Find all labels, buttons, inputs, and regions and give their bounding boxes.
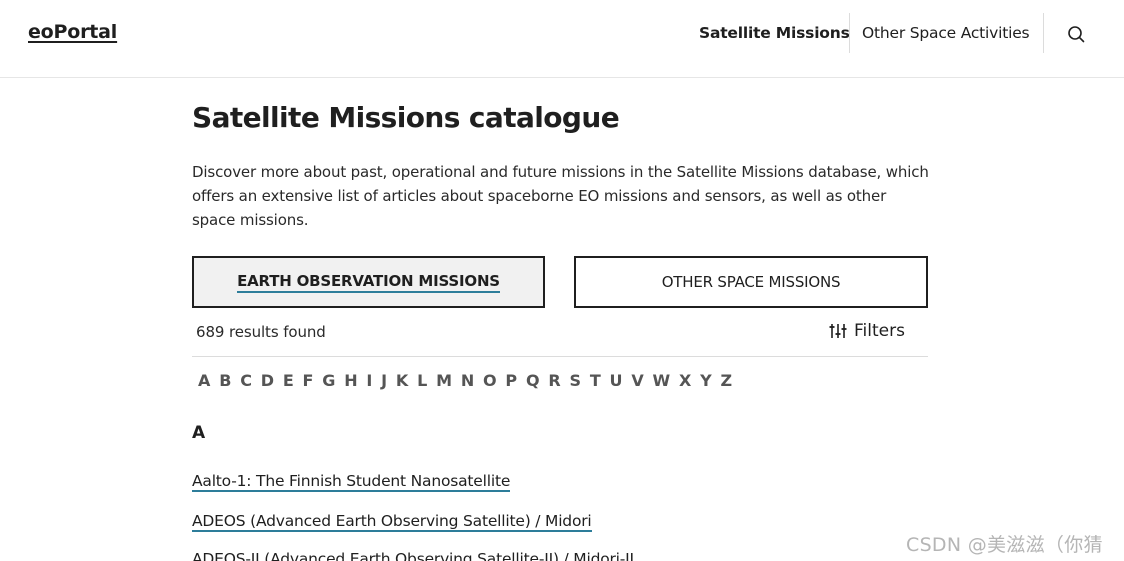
tab-earth-observation-missions[interactable]: EARTH OBSERVATION MISSIONS bbox=[192, 256, 545, 308]
alphabet-letter-s[interactable]: S bbox=[569, 371, 581, 390]
tab-label: OTHER SPACE MISSIONS bbox=[661, 273, 841, 291]
tab-other-space-missions[interactable]: OTHER SPACE MISSIONS bbox=[574, 256, 928, 308]
mission-link[interactable]: ADEOS (Advanced Earth Observing Satellit… bbox=[192, 512, 592, 532]
alphabet-letter-o[interactable]: O bbox=[483, 371, 497, 390]
filters-label: Filters bbox=[854, 321, 905, 341]
sliders-icon bbox=[829, 324, 847, 338]
search-button[interactable] bbox=[1064, 22, 1088, 46]
site-header: eoPortal Satellite Missions Other Space … bbox=[0, 0, 1124, 78]
search-icon bbox=[1068, 26, 1085, 43]
tab-label: EARTH OBSERVATION MISSIONS bbox=[237, 272, 500, 293]
alphabet-letter-a[interactable]: A bbox=[198, 371, 210, 390]
alphabet-letter-t[interactable]: T bbox=[590, 371, 601, 390]
alphabet-letter-u[interactable]: U bbox=[610, 371, 623, 390]
alphabet-letter-r[interactable]: R bbox=[548, 371, 560, 390]
section-heading: A bbox=[192, 423, 206, 443]
watermark: CSDN @美滋滋（你猜 bbox=[906, 534, 1103, 556]
alphabet-letter-q[interactable]: Q bbox=[526, 371, 540, 390]
results-divider bbox=[192, 356, 928, 357]
filters-button[interactable]: Filters bbox=[828, 321, 905, 341]
page-title: Satellite Missions catalogue bbox=[192, 101, 620, 134]
nav-divider bbox=[1043, 13, 1044, 53]
alphabet-letter-p[interactable]: P bbox=[505, 371, 517, 390]
alphabet-letter-j[interactable]: J bbox=[381, 371, 387, 390]
nav-other-space-activities[interactable]: Other Space Activities bbox=[862, 24, 1030, 42]
alphabet-letter-f[interactable]: F bbox=[303, 371, 314, 390]
alphabet-letter-c[interactable]: C bbox=[240, 371, 252, 390]
alphabet-letter-e[interactable]: E bbox=[283, 371, 294, 390]
alphabet-letter-g[interactable]: G bbox=[322, 371, 335, 390]
alphabet-letter-m[interactable]: M bbox=[436, 371, 452, 390]
alphabet-letter-x[interactable]: X bbox=[679, 371, 691, 390]
alphabet-letter-w[interactable]: W bbox=[653, 371, 671, 390]
mission-link[interactable]: ADEOS-II (Advanced Earth Observing Satel… bbox=[192, 550, 634, 561]
alphabet-letter-k[interactable]: K bbox=[396, 371, 408, 390]
alphabet-letter-z[interactable]: Z bbox=[721, 371, 733, 390]
nav-satellite-missions[interactable]: Satellite Missions bbox=[699, 24, 850, 42]
alphabet-letter-y[interactable]: Y bbox=[700, 371, 712, 390]
alphabet-letter-l[interactable]: L bbox=[417, 371, 427, 390]
alphabet-letter-v[interactable]: V bbox=[631, 371, 643, 390]
alphabet-letter-d[interactable]: D bbox=[261, 371, 274, 390]
alphabet-letter-n[interactable]: N bbox=[461, 371, 474, 390]
alphabet-letter-h[interactable]: H bbox=[344, 371, 357, 390]
intro-text: Discover more about past, operational an… bbox=[192, 163, 929, 229]
mission-link[interactable]: Aalto-1: The Finnish Student Nanosatelli… bbox=[192, 472, 510, 492]
logo-link[interactable]: eoPortal bbox=[28, 21, 117, 43]
alphabet-letter-i[interactable]: I bbox=[366, 371, 372, 390]
results-count: 689 results found bbox=[196, 323, 326, 341]
nav-divider bbox=[849, 13, 850, 53]
alphabet-letter-b[interactable]: B bbox=[219, 371, 231, 390]
alphabet-nav: ABCDEFGHIJKLMNOPQRSTUVWXYZ bbox=[198, 371, 741, 390]
